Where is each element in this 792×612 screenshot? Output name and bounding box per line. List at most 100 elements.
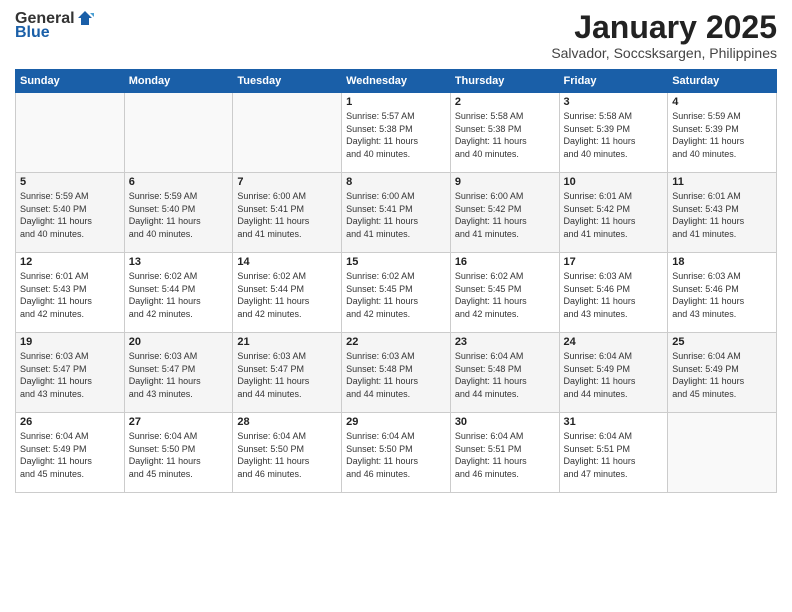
day-number: 25	[672, 336, 772, 348]
calendar-cell: 6Sunrise: 5:59 AMSunset: 5:40 PMDaylight…	[124, 173, 233, 253]
cell-content: Sunrise: 6:00 AMSunset: 5:41 PMDaylight:…	[237, 190, 337, 240]
day-number: 11	[672, 176, 772, 188]
calendar-cell: 11 Sunrise: 6:01 AMSunset: 5:43 PMDayligh…	[668, 173, 777, 253]
calendar-cell: 31Sunrise: 6:04 AMSunset: 5:51 PMDayligh…	[559, 413, 668, 493]
calendar-cell: 28 Sunrise: 6:04 AMSunset: 5:50 PMDayligh…	[233, 413, 342, 493]
cell-content: Sunrise: 6:00 AMSunset: 5:41 PMDaylight:…	[346, 190, 446, 240]
day-number: 9	[455, 176, 555, 188]
day-number: 6	[129, 176, 229, 188]
calendar-cell: 20Sunrise: 6:03 AMSunset: 5:47 PMDayligh…	[124, 333, 233, 413]
cell-content: Sunrise: 6:01 AMSunset: 5:42 PMDaylight:…	[564, 190, 664, 240]
day-number: 5	[20, 176, 120, 188]
cell-content: Sunrise: 5:57 AMSunset: 5:38 PMDaylight:…	[346, 110, 446, 160]
header: General Blue January 2025 Salvador, Socc…	[15, 10, 777, 61]
day-number: 3	[564, 96, 664, 108]
calendar-cell: 29 Sunrise: 6:04 AMSunset: 5:50 PMDayligh…	[342, 413, 451, 493]
title-area: January 2025 Salvador, Soccsksargen, Phi…	[551, 10, 777, 61]
calendar-cell: 10 Sunrise: 6:01 AMSunset: 5:42 PMDayligh…	[559, 173, 668, 253]
day-number: 30	[455, 416, 555, 428]
calendar-cell: 25 Sunrise: 6:04 AMSunset: 5:49 PMDayligh…	[668, 333, 777, 413]
cell-content: Sunrise: 5:59 AMSunset: 5:40 PMDaylight:…	[20, 190, 120, 240]
col-sunday: Sunday	[16, 70, 125, 93]
day-number: 15	[346, 256, 446, 268]
cell-content: Sunrise: 6:02 AMSunset: 5:44 PMDaylight:…	[237, 270, 337, 320]
subtitle: Salvador, Soccsksargen, Philippines	[551, 45, 777, 61]
calendar-cell: 24 Sunrise: 6:04 AMSunset: 5:49 PMDayligh…	[559, 333, 668, 413]
calendar-cell: 13Sunrise: 6:02 AMSunset: 5:44 PMDayligh…	[124, 253, 233, 333]
col-saturday: Saturday	[668, 70, 777, 93]
day-number: 21	[237, 336, 337, 348]
cell-content: Sunrise: 6:04 AMSunset: 5:50 PMDaylight:…	[129, 430, 229, 480]
cell-content: Sunrise: 6:04 AMSunset: 5:49 PMDaylight:…	[20, 430, 120, 480]
calendar-week-3: 19 Sunrise: 6:03 AMSunset: 5:47 PMDayligh…	[16, 333, 777, 413]
cell-content: Sunrise: 6:03 AMSunset: 5:47 PMDaylight:…	[20, 350, 120, 400]
day-number: 29	[346, 416, 446, 428]
day-number: 13	[129, 256, 229, 268]
day-number: 7	[237, 176, 337, 188]
calendar-cell: 14 Sunrise: 6:02 AMSunset: 5:44 PMDayligh…	[233, 253, 342, 333]
calendar-cell: 22 Sunrise: 6:03 AMSunset: 5:48 PMDayligh…	[342, 333, 451, 413]
calendar-cell: 26Sunrise: 6:04 AMSunset: 5:49 PMDayligh…	[16, 413, 125, 493]
day-number: 12	[20, 256, 120, 268]
logo-icon	[76, 9, 94, 27]
calendar-cell: 15 Sunrise: 6:02 AMSunset: 5:45 PMDayligh…	[342, 253, 451, 333]
calendar-cell	[233, 93, 342, 173]
day-number: 31	[564, 416, 664, 428]
calendar-cell: 21Sunrise: 6:03 AMSunset: 5:47 PMDayligh…	[233, 333, 342, 413]
cell-content: Sunrise: 6:04 AMSunset: 5:49 PMDaylight:…	[564, 350, 664, 400]
calendar-cell: 16 Sunrise: 6:02 AMSunset: 5:45 PMDayligh…	[450, 253, 559, 333]
calendar-cell: 1 Sunrise: 5:57 AMSunset: 5:38 PMDaylight…	[342, 93, 451, 173]
day-number: 19	[20, 336, 120, 348]
calendar-cell: 17 Sunrise: 6:03 AMSunset: 5:46 PMDayligh…	[559, 253, 668, 333]
calendar-week-4: 26Sunrise: 6:04 AMSunset: 5:49 PMDayligh…	[16, 413, 777, 493]
day-number: 27	[129, 416, 229, 428]
calendar-cell	[668, 413, 777, 493]
cell-content: Sunrise: 6:04 AMSunset: 5:49 PMDaylight:…	[672, 350, 772, 400]
cell-content: Sunrise: 6:03 AMSunset: 5:46 PMDaylight:…	[672, 270, 772, 320]
day-number: 1	[346, 96, 446, 108]
calendar-cell: 3 Sunrise: 5:58 AMSunset: 5:39 PMDaylight…	[559, 93, 668, 173]
calendar-cell: 7 Sunrise: 6:00 AMSunset: 5:41 PMDaylight…	[233, 173, 342, 253]
calendar-cell: 30Sunrise: 6:04 AMSunset: 5:51 PMDayligh…	[450, 413, 559, 493]
cell-content: Sunrise: 6:03 AMSunset: 5:47 PMDaylight:…	[129, 350, 229, 400]
day-number: 23	[455, 336, 555, 348]
calendar-cell: 9 Sunrise: 6:00 AMSunset: 5:42 PMDaylight…	[450, 173, 559, 253]
cell-content: Sunrise: 6:04 AMSunset: 5:48 PMDaylight:…	[455, 350, 555, 400]
day-number: 24	[564, 336, 664, 348]
day-number: 28	[237, 416, 337, 428]
calendar-week-2: 12 Sunrise: 6:01 AMSunset: 5:43 PMDayligh…	[16, 253, 777, 333]
header-row: Sunday Monday Tuesday Wednesday Thursday…	[16, 70, 777, 93]
month-title: January 2025	[551, 10, 777, 45]
calendar-cell	[16, 93, 125, 173]
calendar-cell: 2 Sunrise: 5:58 AMSunset: 5:38 PMDaylight…	[450, 93, 559, 173]
cell-content: Sunrise: 5:58 AMSunset: 5:39 PMDaylight:…	[564, 110, 664, 160]
calendar-cell: 23 Sunrise: 6:04 AMSunset: 5:48 PMDayligh…	[450, 333, 559, 413]
day-number: 18	[672, 256, 772, 268]
calendar-cell: 4Sunrise: 5:59 AMSunset: 5:39 PMDaylight…	[668, 93, 777, 173]
day-number: 4	[672, 96, 772, 108]
day-number: 22	[346, 336, 446, 348]
day-number: 17	[564, 256, 664, 268]
day-number: 16	[455, 256, 555, 268]
cell-content: Sunrise: 6:00 AMSunset: 5:42 PMDaylight:…	[455, 190, 555, 240]
calendar-cell: 12 Sunrise: 6:01 AMSunset: 5:43 PMDayligh…	[16, 253, 125, 333]
cell-content: Sunrise: 6:02 AMSunset: 5:45 PMDaylight:…	[455, 270, 555, 320]
cell-content: Sunrise: 5:58 AMSunset: 5:38 PMDaylight:…	[455, 110, 555, 160]
cell-content: Sunrise: 6:04 AMSunset: 5:50 PMDaylight:…	[346, 430, 446, 480]
cell-content: Sunrise: 6:01 AMSunset: 5:43 PMDaylight:…	[672, 190, 772, 240]
cell-content: Sunrise: 6:04 AMSunset: 5:50 PMDaylight:…	[237, 430, 337, 480]
day-number: 14	[237, 256, 337, 268]
cell-content: Sunrise: 6:01 AMSunset: 5:43 PMDaylight:…	[20, 270, 120, 320]
page-container: General Blue January 2025 Salvador, Socc…	[0, 0, 792, 503]
day-number: 2	[455, 96, 555, 108]
logo: General Blue	[15, 10, 94, 42]
col-tuesday: Tuesday	[233, 70, 342, 93]
cell-content: Sunrise: 6:02 AMSunset: 5:45 PMDaylight:…	[346, 270, 446, 320]
calendar-cell: 27 Sunrise: 6:04 AMSunset: 5:50 PMDayligh…	[124, 413, 233, 493]
cell-content: Sunrise: 6:03 AMSunset: 5:48 PMDaylight:…	[346, 350, 446, 400]
calendar-cell	[124, 93, 233, 173]
day-number: 10	[564, 176, 664, 188]
calendar-cell: 19 Sunrise: 6:03 AMSunset: 5:47 PMDayligh…	[16, 333, 125, 413]
calendar-cell: 8Sunrise: 6:00 AMSunset: 5:41 PMDaylight…	[342, 173, 451, 253]
cell-content: Sunrise: 6:03 AMSunset: 5:46 PMDaylight:…	[564, 270, 664, 320]
